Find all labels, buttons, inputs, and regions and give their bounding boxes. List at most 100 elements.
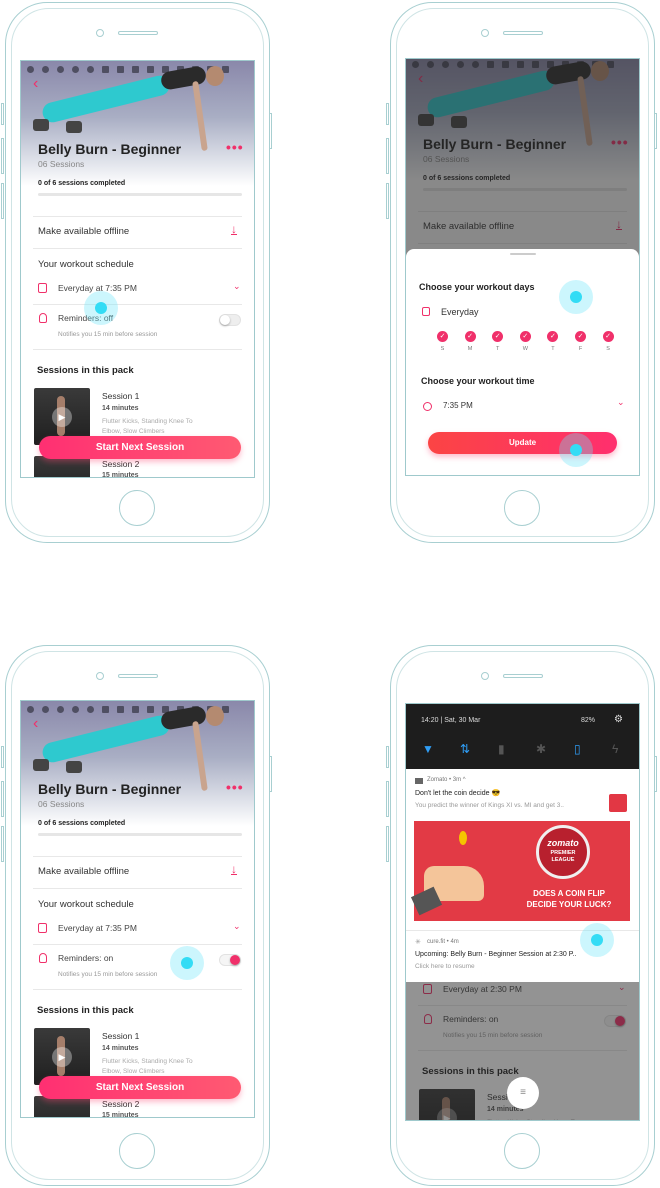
sheet-handle[interactable]	[510, 253, 536, 255]
phone-screen: ‹Belly Burn - Beginner•••06 Sessions0 of…	[405, 58, 640, 476]
speaker	[503, 31, 543, 35]
reminders-toggle[interactable]	[219, 954, 241, 966]
power-button	[269, 113, 272, 149]
bluetooth-icon[interactable]: ✱	[536, 742, 546, 756]
zomato-notification[interactable]: Zomato • 3m ^ Don't let the coin decide 😎…	[406, 769, 639, 927]
session-thumbnail[interactable]	[34, 1096, 90, 1117]
shade-time: 14:20 | Sat, 30 Mar	[421, 717, 481, 724]
touch-indicator	[170, 946, 204, 980]
figure-shoe	[66, 121, 82, 133]
notification-title: Don't let the coin decide 😎	[415, 790, 501, 797]
reminders-toggle[interactable]	[219, 314, 241, 326]
more-options-button[interactable]: •••	[226, 779, 244, 795]
home-button[interactable]	[119, 490, 155, 526]
data-icon[interactable]: ⇅	[460, 742, 470, 756]
reminder-subtext: Notifies you 15 min before session	[58, 971, 158, 978]
figure-shoe	[33, 759, 49, 771]
notification-shade: 14:20 | Sat, 30 Mar 82% ⚙ ▼ ⇅ ▮ ✱ ▯ ϟ	[406, 704, 639, 769]
app-screen: ‹ Belly Burn - Beginner ••• 06 Sessions 0 of…	[21, 61, 254, 477]
status-icon	[72, 706, 79, 713]
phone-screen: ‹Belly Burn - Beginner•••06 Sessions0 of…	[20, 60, 255, 478]
session-name: Session 1	[102, 391, 140, 401]
volume-button	[1, 138, 4, 174]
sessions-count: 06 Sessions	[38, 799, 85, 809]
session-exercises: Flutter Kicks, Standing Knee To	[102, 418, 193, 425]
battery-saver-icon[interactable]: ▮	[498, 742, 505, 756]
camera	[96, 29, 104, 37]
touch-indicator	[559, 433, 593, 467]
day-checkbox[interactable]: ✓	[519, 331, 531, 342]
offline-row[interactable]: Make available offline ↓	[21, 857, 254, 887]
badge-logo: zomato	[547, 838, 579, 848]
divider	[33, 944, 242, 945]
wifi-icon[interactable]: ▼	[422, 742, 434, 756]
status-icon	[132, 706, 139, 713]
flashlight-icon[interactable]: ϟ	[612, 742, 618, 756]
download-icon: ↓	[231, 222, 237, 236]
day-checkbox[interactable]: ✓	[492, 331, 504, 342]
start-next-session-button[interactable]: Start Next Session	[39, 436, 241, 459]
status-icon	[147, 706, 154, 713]
shade-handle-button[interactable]: ≡	[507, 1077, 539, 1109]
pack-title: Belly Burn - Beginner	[38, 781, 182, 797]
calendar-icon	[422, 307, 430, 316]
volume-button	[386, 183, 389, 219]
days-heading: Choose your workout days	[419, 282, 535, 292]
schedule-row[interactable]: Everyday at 7:35 PM⌄	[21, 279, 254, 301]
progress-bar	[38, 193, 242, 196]
speaker	[118, 674, 158, 678]
play-icon: ▶	[52, 1047, 72, 1067]
notification-body: You predict the winner of Kings XI vs. M…	[415, 802, 564, 809]
progress-text: 0 of 6 sessions completed	[38, 820, 126, 827]
day-label: T	[496, 346, 500, 352]
schedule-heading: Your workout schedule	[38, 259, 134, 270]
divider	[33, 888, 242, 889]
schedule-row[interactable]: Everyday at 7:35 PM⌄	[21, 919, 254, 941]
session-exercises: Flutter Kicks, Standing Knee To	[102, 1058, 193, 1065]
day-label: F	[578, 346, 583, 352]
status-icon	[87, 706, 94, 713]
sessions-heading: Sessions in this pack	[37, 1005, 134, 1016]
schedule-sheet: Choose your workout days Everyday ✓ S ✓ M ✓ T ✓ W…	[406, 249, 639, 475]
volume-button	[1, 781, 4, 817]
back-button[interactable]: ‹	[33, 75, 38, 93]
day-label: T	[551, 346, 555, 352]
figure-shoe	[33, 119, 49, 131]
start-next-session-button[interactable]: Start Next Session	[39, 1076, 241, 1099]
session-thumbnail[interactable]	[34, 456, 90, 477]
status-icon	[102, 706, 109, 713]
session-name: Session 2	[102, 1099, 140, 1109]
day-checkbox[interactable]: ✓	[547, 331, 559, 342]
status-icon	[87, 66, 94, 73]
day-checkbox[interactable]: ✓	[602, 331, 614, 342]
home-button[interactable]	[504, 490, 540, 526]
rotate-icon[interactable]: ▯	[574, 742, 581, 756]
status-icon	[72, 66, 79, 73]
curefit-icon: ✳	[415, 939, 421, 946]
zomato-logo	[609, 794, 627, 812]
day-checkbox[interactable]: ✓	[464, 331, 476, 342]
camera	[96, 672, 104, 680]
pack-title: Belly Burn - Beginner	[38, 141, 182, 157]
day-checkbox[interactable]: ✓	[437, 331, 448, 342]
back-button[interactable]: ‹	[33, 715, 38, 733]
more-options-button[interactable]: •••	[226, 139, 244, 155]
chevron-down-icon[interactable]: ⌄	[617, 397, 625, 408]
status-icon	[117, 66, 124, 73]
status-icon	[117, 706, 124, 713]
power-button	[654, 756, 657, 792]
bell-icon	[39, 313, 47, 323]
side-button	[386, 746, 389, 768]
offline-row[interactable]: Make available offline ↓	[21, 217, 254, 247]
status-icon	[42, 706, 49, 713]
settings-icon[interactable]: ⚙	[614, 714, 623, 725]
bell-icon	[39, 953, 47, 963]
home-button[interactable]	[504, 1133, 540, 1169]
volume-button	[386, 826, 389, 862]
figure-legs	[40, 73, 172, 125]
premier-league-badge: zomato PREMIER LEAGUE	[536, 825, 590, 879]
speaker	[503, 674, 543, 678]
day-checkbox[interactable]: ✓	[575, 331, 586, 342]
divider	[33, 349, 242, 350]
home-button[interactable]	[119, 1133, 155, 1169]
